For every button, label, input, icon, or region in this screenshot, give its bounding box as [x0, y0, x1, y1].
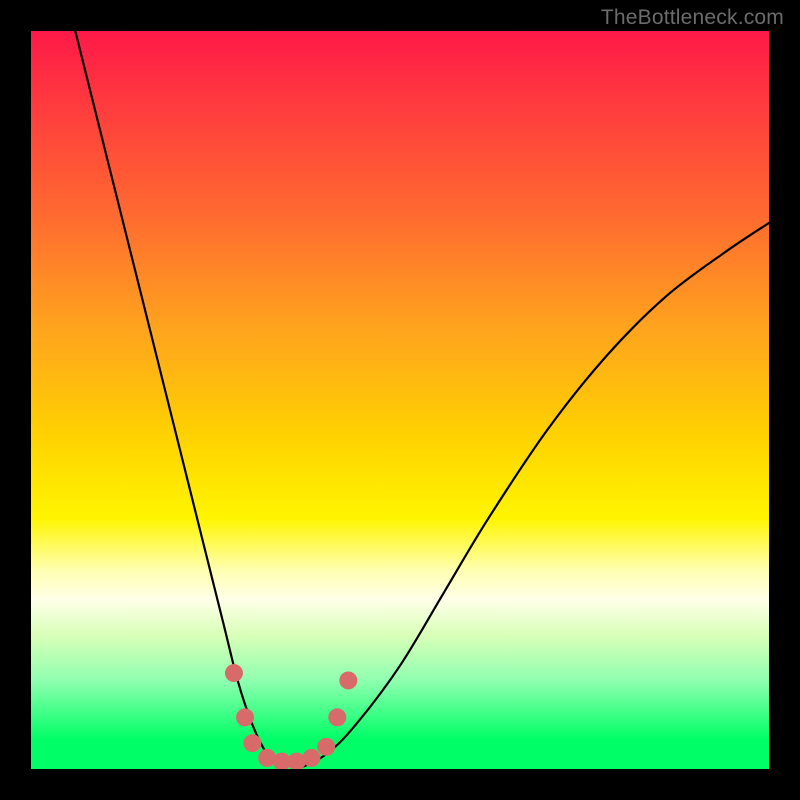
curve-marker	[236, 708, 254, 726]
curve-marker	[243, 734, 261, 752]
curve-marker	[328, 708, 346, 726]
curve-marker	[317, 738, 335, 756]
bottleneck-curve-path	[75, 31, 769, 769]
curve-marker	[225, 664, 243, 682]
curve-marker	[302, 749, 320, 767]
chart-svg	[31, 31, 769, 769]
marker-group	[225, 664, 357, 769]
chart-plot-area	[31, 31, 769, 769]
watermark-text: TheBottleneck.com	[601, 6, 784, 30]
curve-marker	[339, 671, 357, 689]
